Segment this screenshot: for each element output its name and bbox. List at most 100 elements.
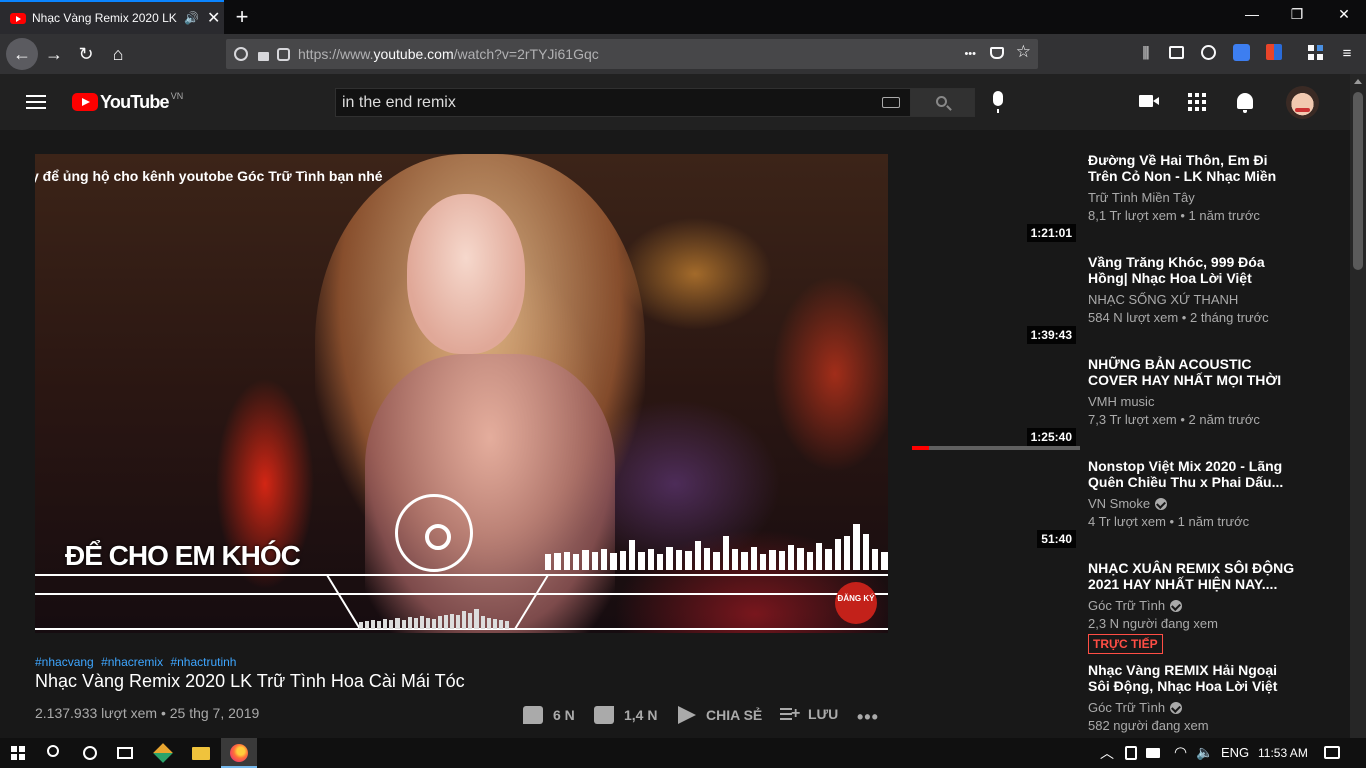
tab-audio-icon[interactable]: 🔊 [184,11,199,25]
recommendation-channel[interactable]: NHẠC SỐNG XỨ THANH [1088,292,1238,307]
visualizer-bar [657,554,664,570]
taskbar-firefox-button[interactable] [221,738,257,768]
recommendation-title[interactable]: Vầng Trăng Khóc, 999 Đóa Hồng| Nhạc Hoa … [1088,254,1298,286]
search-query: in the end remix [342,93,456,111]
share-button[interactable]: CHIA SẺ [678,706,762,724]
reload-button[interactable]: ↻ [72,40,100,68]
subscribe-badge[interactable]: ĐĂNG KÝ [835,582,877,624]
dislike-button[interactable]: 1,4 N [594,706,657,724]
visualizer-bar [881,551,888,570]
video-player[interactable]: y để ủng hộ cho kênh youtobe Góc Trữ Tìn… [35,154,888,633]
cortana-icon[interactable] [83,746,97,760]
recommendation-channel[interactable]: Góc Trữ Tình [1088,598,1183,613]
more-actions-icon[interactable]: ••• [857,707,879,728]
channel-name[interactable]: VMH music [1088,394,1154,409]
search-input[interactable]: in the end remix [335,88,911,117]
permissions-icon[interactable] [277,47,290,61]
scroll-up-arrow-icon[interactable] [1354,79,1362,84]
volume-icon[interactable]: 🔈 [1196,744,1213,761]
library-icon[interactable]: ⫼ [1137,45,1155,62]
bookmark-star-icon[interactable]: ☆ [1016,42,1031,62]
scrollbar-thumb[interactable] [1353,92,1363,270]
recommendation-channel[interactable]: VN Smoke [1088,496,1168,511]
back-button[interactable]: ← [6,38,38,70]
firefox-icon [230,744,248,762]
close-window-button[interactable]: ✕ [1334,6,1354,23]
page-scrollbar[interactable] [1350,74,1366,738]
account-icon[interactable] [1201,45,1216,60]
windows-start-icon[interactable] [11,746,25,760]
new-tab-button[interactable]: + [230,4,254,30]
recommendation-thumbnail[interactable]: 1:21:01 [912,152,1080,246]
recommendation-title[interactable]: Đường Về Hai Thôn, Em Đi Trên Cỏ Non - L… [1088,152,1298,184]
recommendation-thumbnail[interactable]: 1:25:40 [912,356,1080,450]
recommendation-thumbnail[interactable] [912,560,1080,654]
visualizer-bar [425,617,430,629]
create-video-icon[interactable] [1139,95,1159,107]
like-button[interactable]: 6 N [523,706,575,724]
hashtag-link[interactable]: #nhacvang [35,655,94,669]
channel-name[interactable]: NHẠC SỐNG XỨ THANH [1088,292,1238,307]
sidebar-icon[interactable] [1169,46,1184,59]
extensions-grid-icon[interactable] [1308,45,1324,61]
site-info-icon[interactable] [234,47,248,61]
language-indicator[interactable]: ENG [1221,745,1249,760]
taskbar-search-icon[interactable] [47,745,59,757]
tray-overflow-icon[interactable]: ︿ [1100,743,1114,763]
live-badge: TRỰC TIẾP [1088,634,1163,654]
recommendation-title[interactable]: Nonstop Việt Mix 2020 - Lãng Quên Chiều … [1088,458,1298,490]
save-button[interactable]: LƯU [780,706,838,722]
recommendation-title[interactable]: NHẠC XUÂN REMIX SÔI ĐỘNG 2021 HAY NHẤT H… [1088,560,1298,592]
apps-grid-icon[interactable] [1188,93,1206,111]
youtube-logo[interactable]: YouTube VN [72,91,183,111]
recommendation-channel[interactable]: Góc Trữ Tình [1088,700,1183,715]
microphone-icon[interactable] [993,91,1003,113]
recommendation-thumbnail[interactable]: 1:39:43 [912,254,1080,348]
action-center-icon[interactable] [1324,746,1340,759]
avatar[interactable] [1286,86,1319,119]
tray-device-icon[interactable] [1125,746,1137,760]
restore-button[interactable]: ❐ [1287,6,1307,23]
guide-menu-icon[interactable] [26,95,46,109]
page-actions-menu-icon[interactable]: ••• [964,48,976,60]
menu-hamburger-icon[interactable]: ≡ [1338,45,1356,62]
pocket-icon[interactable] [990,47,1004,59]
recommendation-item[interactable]: 1:25:40 NHỮNG BẢN ACOUSTIC COVER HAY NHẤT… [912,356,1312,452]
url-bar[interactable]: https://www. youtube.com /watch?v=2rTYJi… [226,39,1038,69]
extension-icon[interactable] [1266,44,1282,60]
recommendation-channel[interactable]: VMH music [1088,394,1154,409]
visualizer-bar [629,539,636,570]
browser-tab[interactable]: Nhạc Vàng Remix 2020 LK Trữ Tình Hoa Cài… [0,0,224,34]
hashtag-link[interactable]: #nhacremix [101,655,163,669]
task-view-icon[interactable] [117,747,133,759]
home-button[interactable]: ⌂ [104,40,132,68]
recommendation-title[interactable]: NHỮNG BẢN ACOUSTIC COVER HAY NHẤT MỌI TH… [1088,356,1298,388]
recommendation-channel[interactable]: Trữ Tình Miền Tây [1088,190,1195,205]
taskbar-app-icon[interactable] [153,743,173,763]
wifi-icon[interactable]: ◠ [1174,743,1187,761]
channel-name[interactable]: Góc Trữ Tình [1088,598,1165,613]
translate-extension-icon[interactable] [1233,44,1250,61]
keyboard-icon[interactable] [882,97,900,108]
recommendation-thumbnail[interactable]: 51:40 [912,458,1080,552]
audio-visualizer-small [359,607,509,629]
channel-name[interactable]: Góc Trữ Tình [1088,700,1165,715]
recommendation-item[interactable]: 1:39:43 Vầng Trăng Khóc, 999 Đóa Hồng| Nh… [912,254,1312,350]
recommendation-item[interactable]: 51:40 Nonstop Việt Mix 2020 - Lãng Quên C… [912,458,1312,554]
minimize-button[interactable]: — [1242,6,1262,22]
recommendation-item[interactable]: NHẠC XUÂN REMIX SÔI ĐỘNG 2021 HAY NHẤT H… [912,560,1312,656]
forward-button[interactable]: → [40,40,68,68]
notifications-bell-icon[interactable] [1237,93,1253,113]
recommendation-title[interactable]: Nhạc Vàng REMIX Hải Ngoại Sôi Động, Nhạc… [1088,662,1298,694]
battery-icon[interactable] [1146,748,1160,758]
channel-name[interactable]: Trữ Tình Miền Tây [1088,190,1195,205]
lock-icon[interactable] [258,51,269,61]
browser-toolbar: ← → ↻ ⌂ https://www. youtube.com /watch?… [0,34,1366,74]
hashtag-link[interactable]: #nhactrutinh [170,655,236,669]
recommendation-item[interactable]: 1:21:01 Đường Về Hai Thôn, Em Đi Trên Cỏ … [912,152,1312,248]
file-explorer-icon[interactable] [192,747,210,760]
clock[interactable]: 11:53 AM [1258,746,1308,760]
channel-name[interactable]: VN Smoke [1088,496,1150,511]
tab-close-icon[interactable]: ✕ [207,8,220,28]
search-button[interactable] [910,88,975,117]
